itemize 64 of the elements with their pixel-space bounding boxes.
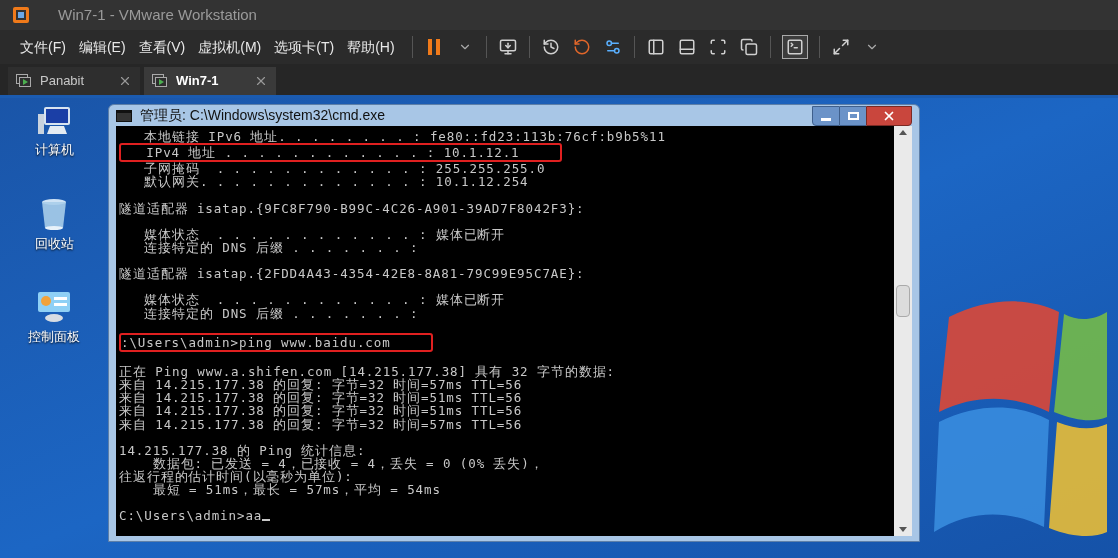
- console-line: 连接特定的 DNS 后缀 . . . . . . . :: [143, 241, 419, 255]
- tab[interactable]: Win7-1: [144, 67, 276, 95]
- menu-item[interactable]: 帮助(H): [347, 36, 395, 58]
- maximize-icon: [847, 111, 859, 120]
- console-line: 来自 14.215.177.38 的回复: 字节=32 时间=51ms TTL=56: [119, 391, 523, 405]
- panel-icon: [646, 38, 665, 56]
- console-line: 媒体状态 . . . . . . . . . . . . : 媒体已断开: [143, 293, 506, 307]
- console-line: 正在 Ping www.a.shifen.com [14.215.177.38] 具有 32 字节的数据:: [119, 364, 615, 378]
- settings-icon: [603, 38, 622, 56]
- monitor-icon: [498, 38, 517, 56]
- console-line: 来自 14.215.177.38 的回复: 字节=32 时间=57ms TTL=56: [119, 417, 523, 431]
- pause-icon: [426, 38, 441, 56]
- scroll-up-icon[interactable]: [899, 130, 907, 135]
- desktop-icon-label[interactable]: 控制面板: [28, 327, 80, 347]
- minimize-button[interactable]: [812, 105, 840, 126]
- console-line: 最短 = 51ms，最长 = 57ms，平均 = 54ms: [152, 483, 441, 497]
- console-icon: [116, 109, 132, 122]
- console-line: 来自 14.215.177.38 的回复: 字节=32 时间=57ms TTL=56: [119, 377, 523, 391]
- console-line: 本地链接 IPv6 地址. . . . . . . . : fe80::fd23:113b:76cf:b9b5%11: [143, 130, 666, 144]
- fullscreen-icon: [708, 38, 727, 56]
- maximize-button[interactable]: [840, 105, 866, 126]
- minimize-icon: [821, 117, 831, 121]
- console-line: 来自 14.215.177.38 的回复: 字节=32 时间=51ms TTL=56: [119, 404, 523, 418]
- desktop-icon-label[interactable]: 回收站: [34, 233, 74, 253]
- tab-label: Win7-1: [176, 72, 220, 91]
- terminal-icon: [785, 38, 804, 56]
- revert-icon: [572, 38, 591, 56]
- text-cursor: [262, 519, 271, 522]
- scroll-down-icon[interactable]: [899, 526, 907, 532]
- menu-item[interactable]: 文件(F): [20, 36, 66, 58]
- cmd-window-title: 管理员: C:\Windows\system32\cmd.exe: [140, 106, 387, 125]
- vm-icon: [152, 74, 168, 88]
- console-line: 14.215.177.38 的 Ping 统计信息:: [119, 443, 366, 457]
- console-line: 默认网关. . . . . . . . . . . . . : 10.1.12.254: [143, 175, 529, 189]
- console-line: 隧道适配器 isatap.{9FC8F790-B99C-4C26-A901-39AD7F8042F3}:: [119, 201, 585, 215]
- console-line: 连接特定的 DNS 后缀 . . . . . . . :: [143, 306, 419, 320]
- close-button[interactable]: [866, 105, 912, 126]
- panel-icon: [677, 38, 696, 56]
- clock-icon: [541, 38, 560, 56]
- scroll-thumb[interactable]: [896, 285, 910, 317]
- windows-icon: [739, 38, 758, 56]
- toolbar-button[interactable]: [781, 35, 808, 59]
- scrollbar[interactable]: [894, 126, 912, 536]
- console-line: 往返行程的估计时间(以毫秒为单位):: [119, 470, 353, 484]
- menu-item[interactable]: 编辑(E): [78, 36, 126, 58]
- app-logo-icon: [12, 6, 30, 24]
- tab-label: Panabit: [40, 72, 86, 91]
- control-panel-icon: [36, 291, 72, 323]
- computer-icon: [36, 106, 72, 136]
- console-line: 媒体状态 . . . . . . . . . . . . : 媒体已断开: [143, 227, 506, 241]
- expand-icon: [831, 38, 850, 56]
- menu-item[interactable]: 选项卡(T): [274, 36, 335, 58]
- menu-item[interactable]: 虚拟机(M): [198, 36, 262, 58]
- menu-item[interactable]: 查看(V): [138, 36, 186, 58]
- close-icon[interactable]: [254, 74, 268, 88]
- console-line: C:\Users\admin>aa: [119, 509, 263, 523]
- close-icon[interactable]: [118, 74, 132, 88]
- recycle-bin-icon: [40, 197, 68, 230]
- console-line: 子网掩码 . . . . . . . . . . . . : 255.255.255.0: [143, 162, 546, 176]
- tab[interactable]: Panabit: [8, 67, 140, 95]
- console-line: 隧道适配器 isatap.{2FDD4A43-4354-42E8-8A81-79C99E95C7AE}:: [119, 267, 585, 281]
- vm-icon: [16, 74, 32, 88]
- window-title: Win7-1 - VMware Workstation: [58, 4, 257, 25]
- desktop-icon-label[interactable]: 计算机: [34, 140, 74, 160]
